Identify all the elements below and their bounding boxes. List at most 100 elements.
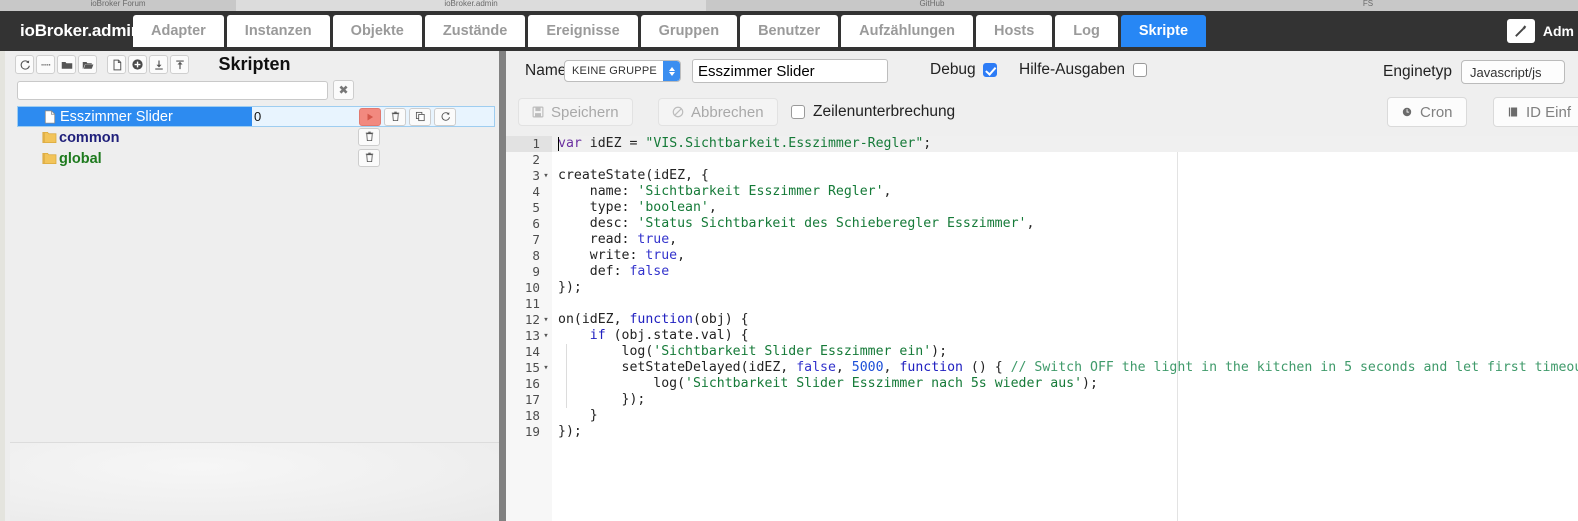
- code-line[interactable]: setStateDelayed(idEZ, false, 5000, funct…: [552, 360, 1578, 376]
- wordwrap-checkbox[interactable]: [791, 105, 805, 119]
- gutter-line[interactable]: 7: [506, 232, 552, 248]
- trash-button[interactable]: [384, 108, 406, 126]
- code-line[interactable]: });: [552, 424, 1578, 440]
- tree-script-row[interactable]: Esszimmer Slider 0: [17, 106, 495, 127]
- enginetype-select[interactable]: Javascript/js: [1461, 60, 1565, 84]
- group-select[interactable]: KEINE GRUPPE: [564, 60, 681, 82]
- trash-button[interactable]: [358, 128, 380, 146]
- tree-folder-row[interactable]: global: [17, 148, 495, 169]
- gutter-line[interactable]: 6: [506, 216, 552, 232]
- gutter-line[interactable]: 1: [506, 136, 552, 152]
- cron-button[interactable]: Cron: [1387, 97, 1467, 127]
- gutter-line[interactable]: 9: [506, 264, 552, 280]
- code-editor[interactable]: 1 2 3 ▾ 4 5 6 7 8 9 10 11 12 ▾ 13 ▾ 14 15 ▾ 16 17 18 19 var id…: [506, 136, 1578, 521]
- nav-tab-objekte[interactable]: Objekte: [332, 15, 422, 47]
- line-number: 17: [524, 392, 540, 407]
- script-name-input[interactable]: [692, 59, 888, 83]
- fold-toggle-icon[interactable]: ▾: [542, 168, 550, 184]
- code-line[interactable]: type: 'boolean',: [552, 200, 1578, 216]
- code-token: read:: [558, 232, 638, 247]
- code-line[interactable]: name: 'Sichtbarkeit Esszimmer Regler',: [552, 184, 1578, 200]
- gutter-line[interactable]: 18: [506, 408, 552, 424]
- code-token: createState: [558, 168, 646, 183]
- code-line[interactable]: desc: 'Status Sichtbarkeit des Schiebere…: [552, 216, 1578, 232]
- code-token: (obj.state.val) {: [605, 328, 749, 343]
- browser-tab[interactable]: ioBroker Forum: [0, 0, 237, 11]
- editor-gutter[interactable]: 1 2 3 ▾ 4 5 6 7 8 9 10 11 12 ▾ 13 ▾ 14 15 ▾ 16 17 18 19: [506, 136, 552, 521]
- fold-toggle-icon[interactable]: ▾: [542, 328, 550, 344]
- gutter-line[interactable]: 12 ▾: [506, 312, 552, 328]
- verbose-checkbox[interactable]: [1132, 63, 1147, 77]
- code-line[interactable]: log('Sichtbarkeit Slider Esszimmer ein')…: [552, 344, 1578, 360]
- code-token: });: [558, 424, 582, 439]
- nav-tab-benutzer[interactable]: Benutzer: [740, 15, 839, 47]
- nav-tab-adapter[interactable]: Adapter: [133, 15, 224, 47]
- gutter-line[interactable]: 10: [506, 280, 552, 296]
- nav-tab-ereignisse[interactable]: Ereignisse: [528, 15, 638, 47]
- scripts-filter-input[interactable]: [17, 80, 328, 100]
- browser-tab[interactable]: GitHub: [706, 0, 1159, 11]
- editor-code-area[interactable]: var idEZ = "VIS.Sichtbarkeit.Esszimmer-R…: [552, 136, 1578, 521]
- gutter-line[interactable]: 3 ▾: [506, 168, 552, 184]
- nav-tab-instanzen[interactable]: Instanzen: [226, 15, 330, 47]
- cancel-button[interactable]: Abbrechen: [658, 98, 778, 126]
- copy-button[interactable]: [409, 108, 431, 126]
- debug-checkbox[interactable]: [982, 63, 997, 77]
- nav-tab-zust-nde[interactable]: Zustände: [424, 15, 526, 47]
- fold-toggle-icon[interactable]: ▾: [542, 360, 550, 376]
- gutter-line[interactable]: 2: [506, 152, 552, 168]
- gutter-line[interactable]: 19: [506, 424, 552, 440]
- gutter-line[interactable]: 17: [506, 392, 552, 408]
- code-line[interactable]: [552, 152, 1578, 168]
- fold-toggle-icon[interactable]: ▾: [542, 312, 550, 328]
- code-line[interactable]: createState(idEZ, {: [552, 168, 1578, 184]
- code-line[interactable]: def: false: [552, 264, 1578, 280]
- code-line[interactable]: }: [552, 408, 1578, 424]
- new-folder-icon[interactable]: [57, 55, 76, 74]
- code-token: false: [796, 360, 836, 375]
- code-line[interactable]: });: [552, 392, 1578, 408]
- gutter-line[interactable]: 5: [506, 200, 552, 216]
- browser-tab[interactable]: ioBroker.admin: [236, 0, 707, 11]
- add-circle-icon[interactable]: [128, 55, 147, 74]
- stepper-arrows-icon[interactable]: [663, 61, 680, 81]
- nav-tab-hosts[interactable]: Hosts: [975, 15, 1053, 47]
- restart-button[interactable]: [434, 108, 456, 126]
- code-line[interactable]: var idEZ = "VIS.Sichtbarkeit.Esszimmer-R…: [552, 136, 1578, 152]
- nav-tab-skripte[interactable]: Skripte: [1120, 15, 1207, 47]
- nav-tab-log[interactable]: Log: [1055, 15, 1118, 47]
- verbose-control: Hilfe-Ausgaben: [1019, 61, 1147, 79]
- magic-wand-icon[interactable]: [1506, 19, 1535, 43]
- code-line[interactable]: log('Sichtbarkeit Slider Esszimmer nach …: [552, 376, 1578, 392]
- code-line[interactable]: [552, 296, 1578, 312]
- gutter-line[interactable]: 14: [506, 344, 552, 360]
- save-button[interactable]: Speichern: [518, 98, 633, 126]
- nav-tab-gruppen[interactable]: Gruppen: [640, 15, 738, 47]
- code-line[interactable]: });: [552, 280, 1578, 296]
- open-folder-icon[interactable]: [78, 55, 97, 74]
- insert-id-button[interactable]: ID Einf: [1493, 97, 1578, 127]
- play-button[interactable]: [359, 108, 381, 126]
- tree-folder-row[interactable]: common: [17, 127, 495, 148]
- nav-tab-aufz-hlungen[interactable]: Aufzählungen: [841, 15, 973, 47]
- code-line[interactable]: read: true,: [552, 232, 1578, 248]
- panel-splitter[interactable]: [499, 51, 506, 521]
- export-icon[interactable]: [170, 55, 189, 74]
- gutter-line[interactable]: 13 ▾: [506, 328, 552, 344]
- indent-guide: [566, 360, 567, 376]
- gutter-line[interactable]: 11: [506, 296, 552, 312]
- browser-tab[interactable]: FS: [1158, 0, 1578, 11]
- clear-filter-button[interactable]: ✖: [333, 80, 354, 100]
- import-icon[interactable]: [149, 55, 168, 74]
- trash-button[interactable]: [358, 149, 380, 167]
- gutter-line[interactable]: 4: [506, 184, 552, 200]
- code-line[interactable]: if (obj.state.val) {: [552, 328, 1578, 344]
- code-line[interactable]: on(idEZ, function(obj) {: [552, 312, 1578, 328]
- gutter-line[interactable]: 8: [506, 248, 552, 264]
- code-line[interactable]: write: true,: [552, 248, 1578, 264]
- collapse-all-icon[interactable]: [36, 55, 55, 74]
- refresh-icon[interactable]: [15, 55, 34, 74]
- gutter-line[interactable]: 15 ▾: [506, 360, 552, 376]
- gutter-line[interactable]: 16: [506, 376, 552, 392]
- new-script-icon[interactable]: [107, 55, 126, 74]
